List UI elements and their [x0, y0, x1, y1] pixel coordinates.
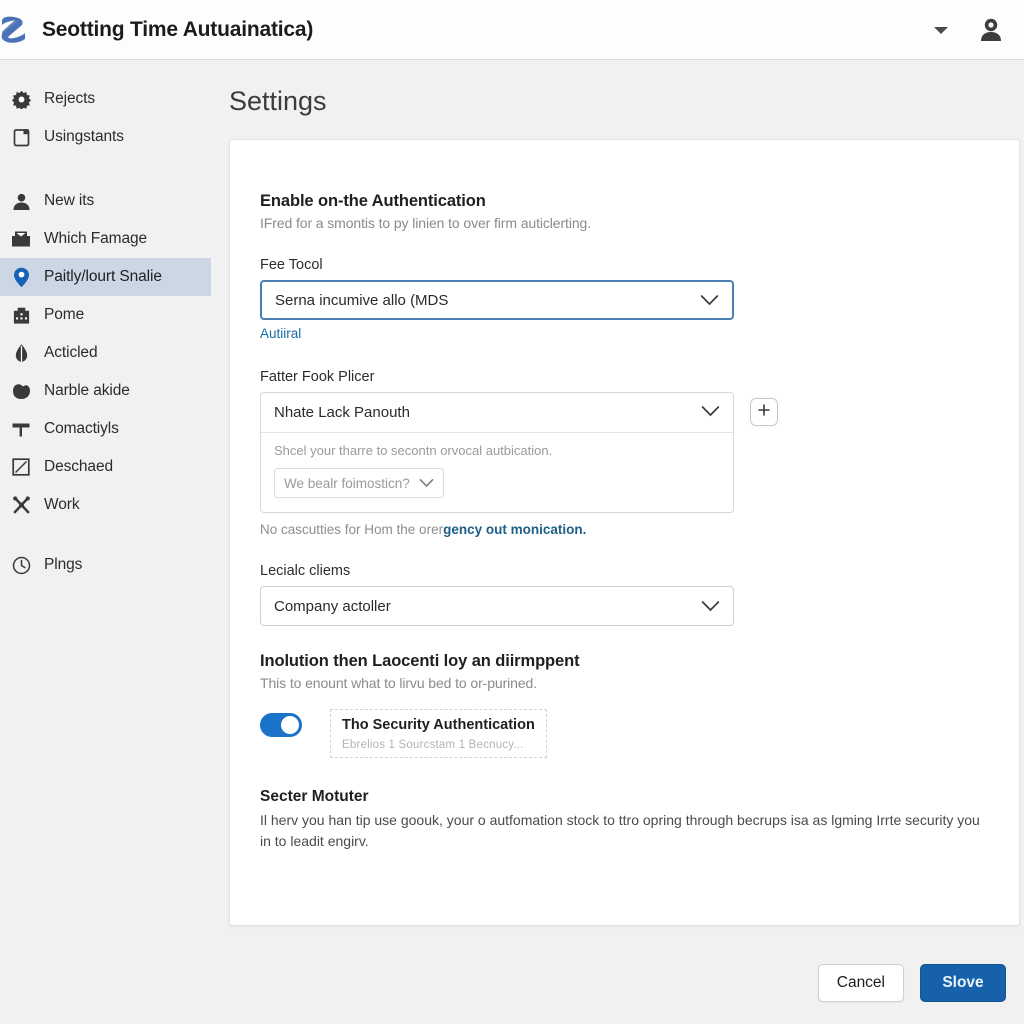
formosticn-mini-select[interactable]: We bealr foimosticn?	[274, 468, 444, 498]
sidebar-item-label: Rejects	[44, 90, 95, 107]
action-bar: Cancel Slove	[211, 942, 1024, 1024]
sidebar: Rejects Usingstants New its Which Famage…	[0, 60, 211, 1024]
autiiral-link[interactable]: Autiiral	[260, 326, 301, 341]
app-window: Seotting Time Autuainatica) Rejects Usin…	[0, 0, 1024, 1024]
sidebar-item-which-famage[interactable]: Which Famage	[0, 220, 211, 258]
add-button[interactable]	[750, 398, 778, 426]
document-icon	[8, 128, 34, 147]
cancel-button[interactable]: Cancel	[817, 964, 904, 1002]
sidebar-item-deschaed[interactable]: Deschaed	[0, 448, 211, 486]
z-logo-icon	[0, 10, 34, 50]
sidebar-item-label: New its	[44, 192, 95, 209]
badge-subtitle: Ebrelios 1 Sourcstam 1 Becnucy...	[342, 739, 524, 751]
sidebar-item-label: Narble akide	[44, 382, 130, 399]
sidebar-divider	[0, 156, 211, 182]
toggle-section-subtitle: This to enount what to lirvu bed to or-p…	[260, 675, 538, 691]
sidebar-item-label: Comactiyls	[44, 420, 119, 437]
sidebar-item-usingstants[interactable]: Usingstants	[0, 118, 211, 156]
hammer-icon	[8, 420, 34, 438]
toggle-row: Tho Security Authentication Ebrelios 1 S…	[260, 709, 989, 758]
status-badge: Tho Security Authentication Ebrelios 1 S…	[330, 709, 547, 758]
field-group-fee-tocol: Fee Tocol Serna incumive allo (MDS Autii…	[260, 257, 989, 343]
footer-note: Secter Motuter Il herv you han tip use g…	[260, 788, 989, 852]
select-value: Company actoller	[274, 597, 391, 615]
helper-prefix: No cascutties for Hom the orer	[260, 522, 444, 537]
fatter-fook-select[interactable]: Nhate Lack Panouth	[261, 393, 733, 433]
sidebar-item-label: Acticled	[44, 344, 98, 361]
field-label: Fee Tocol	[260, 257, 323, 273]
sidebar-divider	[0, 524, 211, 546]
section-title: Enable on-the Authentication	[260, 192, 486, 210]
panel-body: Shcel your tharre to secontn orvocal aut…	[261, 433, 733, 512]
blob-icon	[8, 382, 34, 400]
sidebar-item-label: Usingstants	[44, 128, 124, 145]
sidebar-item-acticled[interactable]: Acticled	[0, 334, 211, 372]
plus-icon	[757, 403, 771, 422]
sidebar-item-plngs[interactable]: Plngs	[0, 546, 211, 584]
sidebar-item-paitly-lourt-snalie[interactable]: Paitly/lourt Snalie	[0, 258, 211, 296]
sidebar-item-label: Deschaed	[44, 458, 113, 475]
panel-note: Shcel your tharre to secontn orvocal aut…	[274, 443, 553, 458]
location-pin-icon	[8, 267, 34, 288]
security-authentication-toggle[interactable]	[260, 713, 302, 737]
mini-select-value: We bealr foimosticn?	[284, 475, 410, 491]
sidebar-item-label: Paitly/lourt Snalie	[44, 268, 162, 285]
app-header: Seotting Time Autuainatica)	[0, 0, 1024, 60]
select-value: Serna incumive allo (MDS	[275, 291, 449, 309]
app-body: Rejects Usingstants New its Which Famage…	[0, 60, 1024, 1024]
main-content: Settings Enable on-the Authentication IF…	[211, 60, 1024, 1024]
chevron-down-icon	[701, 600, 720, 612]
save-button[interactable]: Slove	[920, 964, 1006, 1002]
panel-row: Nhate Lack Panouth Shcel your tharre to …	[260, 392, 989, 513]
inbox-icon	[8, 230, 34, 248]
person-icon	[8, 192, 34, 211]
toggle-section: Inolution then Laocenti loy an diirmppen…	[260, 652, 989, 758]
sidebar-item-label: Plngs	[44, 556, 83, 573]
fatter-fook-panel: Nhate Lack Panouth Shcel your tharre to …	[260, 392, 734, 513]
toggle-knob	[281, 716, 299, 734]
toggle-section-title: Inolution then Laocenti loy an diirmppen…	[260, 652, 580, 670]
section-subtitle: IFred for a smontis to py linien to over…	[260, 215, 592, 231]
clock-icon	[8, 556, 34, 575]
select-value: Nhate Lack Panouth	[274, 404, 410, 421]
sidebar-item-label: Which Famage	[44, 230, 148, 247]
chevron-down-icon[interactable]	[928, 17, 954, 43]
settings-card: Enable on-the Authentication IFred for a…	[229, 139, 1020, 926]
sidebar-item-label: Pome	[44, 306, 85, 323]
field-group-lecialc-cliems: Lecialc cliems Company actoller	[260, 563, 989, 626]
footer-note-text: Il herv you han tip use goouk, your o au…	[260, 812, 980, 849]
user-avatar-icon[interactable]	[976, 15, 1006, 45]
droplet-icon	[8, 343, 34, 363]
building-icon	[8, 306, 34, 325]
field2-helper: No cascutties for Hom the orergency out …	[260, 522, 989, 537]
chevron-down-icon	[700, 294, 719, 306]
lecialc-cliems-select[interactable]: Company actoller	[260, 586, 734, 626]
sidebar-item-new-its[interactable]: New its	[0, 182, 211, 220]
field-label: Fatter Fook Plicer	[260, 369, 375, 385]
sidebar-item-work[interactable]: Work	[0, 486, 211, 524]
sidebar-item-pome[interactable]: Pome	[0, 296, 211, 334]
helper-link[interactable]: gency out monication.	[443, 522, 586, 537]
tools-icon	[8, 495, 34, 515]
page-title: Settings	[229, 86, 327, 116]
chevron-down-icon	[419, 478, 434, 488]
footer-note-title: Secter Motuter	[260, 788, 369, 805]
sidebar-item-rejects[interactable]: Rejects	[0, 80, 211, 118]
badge-title: Tho Security Authentication	[342, 717, 535, 733]
field-label: Lecialc cliems	[260, 563, 351, 579]
fee-tocol-select[interactable]: Serna incumive allo (MDS	[260, 280, 734, 320]
sidebar-item-label: Work	[44, 496, 80, 513]
sidebar-item-narble-akide[interactable]: Narble akide	[0, 372, 211, 410]
field-group-fatter-fook-plicer: Fatter Fook Plicer Nhate Lack Panouth Sh…	[260, 369, 989, 537]
gear-icon	[8, 90, 34, 109]
chevron-down-icon	[701, 404, 720, 421]
app-title: Seotting Time Autuainatica)	[42, 17, 314, 41]
sidebar-item-comactiyls[interactable]: Comactiyls	[0, 410, 211, 448]
checkbox-square-icon	[8, 458, 34, 476]
